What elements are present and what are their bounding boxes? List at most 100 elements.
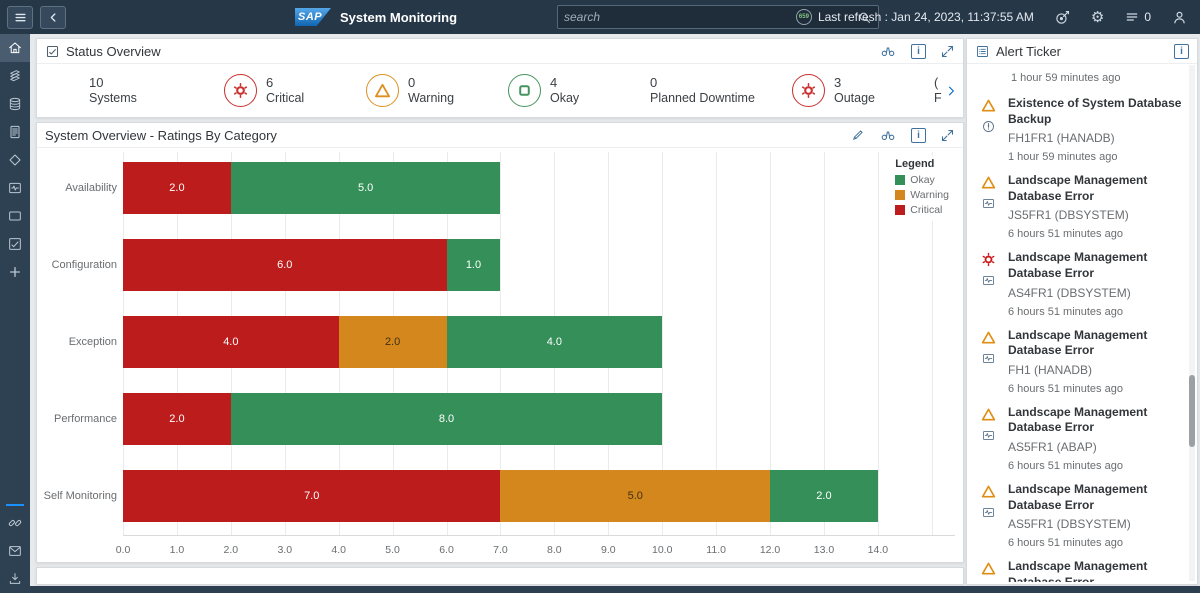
alert-item[interactable]: Landscape Management Database Error AS4FR… <box>977 250 1183 318</box>
back-button[interactable] <box>40 5 66 29</box>
bar-segment-okay[interactable]: 4.0 <box>446 316 663 368</box>
bar-segment-critical[interactable]: 6.0 <box>123 239 447 291</box>
sidebar-item-download[interactable] <box>0 565 30 593</box>
chevron-left-icon <box>47 11 60 24</box>
x-tick-label: 7.0 <box>493 544 508 556</box>
alert-body: Landscape Management Database Error AS5FR… <box>1008 405 1183 472</box>
info-icon[interactable] <box>1174 43 1189 59</box>
exclamation-circle-icon <box>981 119 996 134</box>
alert-subsystem: FH1FR1 (HANADB) <box>1008 131 1115 146</box>
document-icon <box>7 124 23 140</box>
legend-label: Warning <box>910 189 949 201</box>
status-tile-critical[interactable]: 6 Critical <box>224 74 366 107</box>
alert-item[interactable]: Landscape Management Database Error FH1 (… <box>977 328 1183 395</box>
alert-icon-column <box>977 250 999 317</box>
alert-scrollbar-thumb[interactable] <box>1189 374 1195 447</box>
expand-icon[interactable] <box>940 44 955 59</box>
settings-gear-icon[interactable] <box>1091 8 1104 26</box>
status-tile-outage[interactable]: 3 Outage <box>792 74 934 107</box>
chart-row-self-monitoring: Self Monitoring 7.0 5.0 2.0 <box>44 470 955 522</box>
sidebar-item-link[interactable] <box>0 509 30 537</box>
chart-row-performance: Performance 2.0 8.0 <box>54 393 955 445</box>
bar-segment-critical[interactable]: 7.0 <box>123 470 501 522</box>
chart-panel-title: System Overview - Ratings By Category <box>45 127 277 143</box>
sidebar-item-pulse-monitor[interactable] <box>0 174 30 202</box>
tile-value: ( <box>934 74 939 90</box>
alert-item[interactable]: Landscape Management Database Error JS5FR… <box>977 173 1183 240</box>
tile-label: Critical <box>266 90 305 105</box>
bar-segment-critical[interactable]: 2.0 <box>123 393 231 445</box>
navigation-sidebar <box>0 34 30 593</box>
status-tile-warning[interactable]: 0 Warning <box>366 74 508 107</box>
notifications-icon[interactable]: 0 <box>1124 9 1151 25</box>
triangle-status-icon <box>366 74 399 107</box>
status-tile-systems[interactable]: 10 Systems <box>89 75 224 107</box>
tile-label: Okay <box>550 90 580 105</box>
status-tile-okay[interactable]: 4 Okay <box>508 74 650 107</box>
legend-item-critical: Critical <box>895 204 949 216</box>
chart-row-configuration: Configuration 6.0 1.0 <box>52 239 955 291</box>
bar-segment-warning[interactable]: 2.0 <box>338 316 447 368</box>
alert-item[interactable]: Landscape Management Database ErrorFH1FR… <box>977 559 1183 582</box>
info-icon[interactable] <box>911 43 926 59</box>
alert-title: Landscape Management Database Error <box>1008 481 1148 512</box>
alert-subsystem: AS4FR1 (DBSYSTEM) <box>1008 285 1131 300</box>
tile-value: 6 <box>266 74 274 90</box>
legend-label: Critical <box>910 204 943 216</box>
sidebar-item-document[interactable] <box>0 118 30 146</box>
alert-body: Landscape Management Database ErrorFH1FR… <box>1008 559 1183 582</box>
bar-segment-warning[interactable]: 5.0 <box>500 470 771 522</box>
alert-scrollbar[interactable] <box>1189 65 1195 581</box>
tile-label: F <box>934 90 942 105</box>
sidebar-item-chart-check[interactable] <box>0 230 30 258</box>
bar-segment-okay[interactable]: 8.0 <box>230 393 663 445</box>
glasses-icon[interactable] <box>879 43 897 59</box>
legend-title: Legend <box>895 158 935 170</box>
collapsed-bottom-panel[interactable] <box>36 567 964 585</box>
alert-subsystem: FH1 (HANADB) <box>1008 362 1093 377</box>
alert-item[interactable]: Landscape Management Database Error AS5FR… <box>977 405 1183 472</box>
hamburger-icon <box>13 10 28 25</box>
tile-value: 3 <box>834 74 842 90</box>
sidebar-item-mail[interactable] <box>0 537 30 565</box>
database-icon <box>7 96 23 112</box>
diamond-icon <box>7 152 23 168</box>
sidebar-item-add[interactable] <box>0 258 30 286</box>
sidebar-item-database[interactable] <box>0 90 30 118</box>
alert-icon-column <box>977 96 999 163</box>
chart-row-availability: Availability 2.0 5.0 <box>65 162 955 214</box>
feedback-icon[interactable] <box>1054 9 1071 26</box>
sidebar-item-monitor[interactable] <box>0 202 30 230</box>
category-label: Performance <box>54 413 117 425</box>
info-icon[interactable] <box>911 127 926 143</box>
sidebar-item-layers[interactable] <box>0 62 30 90</box>
chart-plot-area: Availability 2.0 5.0 Configuration 6.0 1.0 Exc… <box>44 152 955 536</box>
alert-item[interactable]: Existence of System Database Backup FH1FR… <box>977 96 1183 163</box>
tile-value: 0 <box>408 74 416 90</box>
legend-swatch <box>895 175 906 185</box>
legend-swatch <box>895 190 906 200</box>
sidebar-item-diamond[interactable] <box>0 146 30 174</box>
bar-segment-okay[interactable]: 5.0 <box>230 162 501 214</box>
status-overview-panel: Status Overview 10Systems6Critical0Warni… <box>36 38 964 118</box>
sidebar-item-home[interactable] <box>0 34 30 62</box>
status-tile-planned-downtime[interactable]: 0 Planned Downtime <box>650 75 792 107</box>
alert-title: Landscape Management Database Error <box>1008 404 1148 435</box>
warning-severity-icon <box>980 97 997 114</box>
menu-button[interactable] <box>7 5 33 29</box>
alert-ticker-title: Alert Ticker <box>996 43 1062 59</box>
tiles-scroll-right-chevron-icon[interactable] <box>944 84 958 98</box>
x-tick-label: 4.0 <box>331 544 346 556</box>
user-avatar-icon[interactable] <box>1171 9 1188 26</box>
bar-segment-critical[interactable]: 2.0 <box>123 162 231 214</box>
bar-segment-critical[interactable]: 4.0 <box>123 316 339 368</box>
alert-item[interactable]: Landscape Management Database Error AS5FR… <box>977 482 1183 549</box>
edit-pencil-icon[interactable] <box>851 128 865 142</box>
expand-icon[interactable] <box>940 128 955 143</box>
home-icon <box>7 40 23 56</box>
bar-segment-okay[interactable]: 2.0 <box>770 470 878 522</box>
x-tick-label: 1.0 <box>169 544 185 556</box>
glasses-icon[interactable] <box>879 127 897 143</box>
bar-segment-okay[interactable]: 1.0 <box>446 239 501 291</box>
system-pulse-icon <box>981 196 996 211</box>
